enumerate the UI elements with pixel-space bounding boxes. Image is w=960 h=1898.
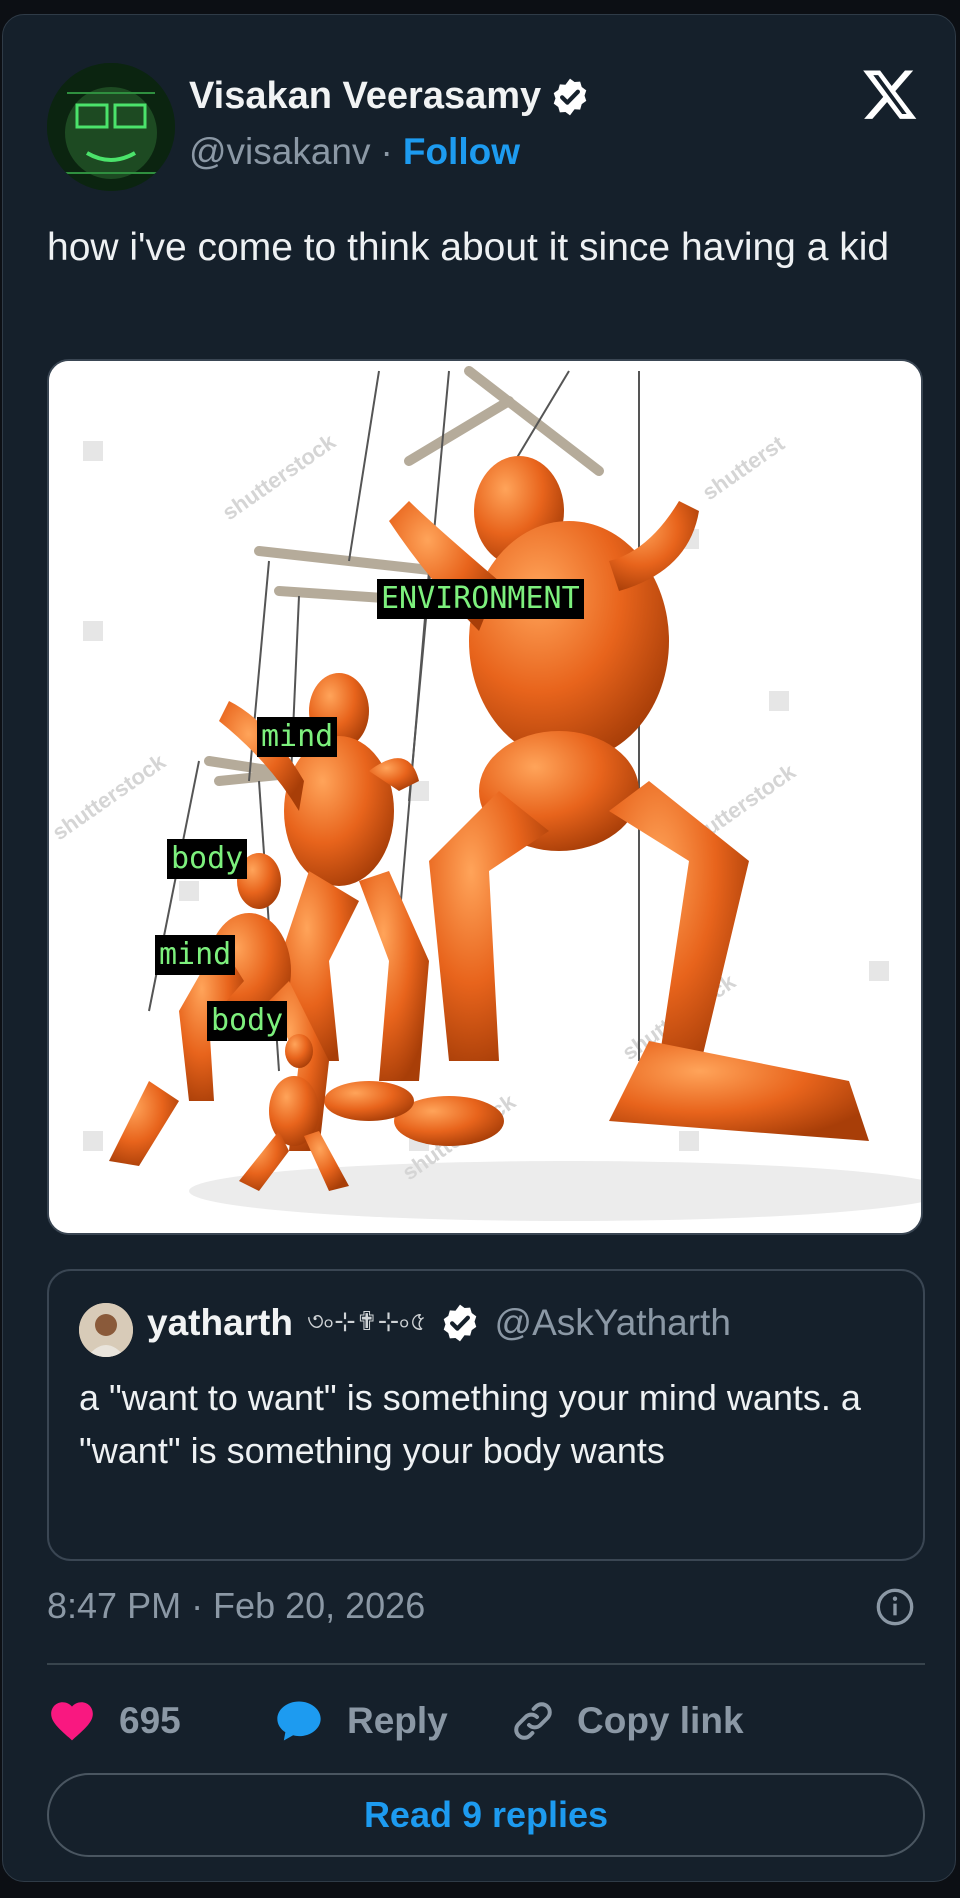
separator-dot: · — [380, 131, 393, 172]
copy-link-button[interactable]: Copy link — [509, 1691, 744, 1751]
link-icon — [514, 1702, 552, 1740]
divider — [47, 1663, 925, 1665]
reply-label: Reply — [347, 1700, 448, 1741]
label-mind-large: mind — [257, 717, 338, 757]
quoted-author-handle: @AskYatharth — [494, 1302, 731, 1343]
verified-icon — [443, 1304, 476, 1342]
follow-button[interactable]: Follow — [403, 131, 520, 173]
author-handle[interactable]: @visakanv — [189, 131, 371, 173]
tweet-timestamp[interactable]: 8:47 PM · Feb 20, 2026 — [47, 1585, 425, 1627]
author-name[interactable]: Visakan Veerasamy — [189, 75, 541, 118]
quoted-author-name[interactable]: yatharth — [147, 1302, 293, 1344]
tweet-card: Visakan Veerasamy @visakanv · Follow how… — [2, 14, 956, 1882]
action-bar: 695 Reply Copy link — [47, 1691, 925, 1751]
quoted-text: a "want to want" is something your mind … — [79, 1377, 861, 1471]
quoted-avatar[interactable] — [79, 1303, 133, 1357]
label-body-small: body — [207, 1001, 288, 1041]
info-icon[interactable] — [875, 1587, 915, 1627]
like-count: 695 — [119, 1700, 181, 1741]
read-replies-label: Read 9 replies — [363, 1794, 609, 1835]
tweet-text: how i've come to think about it since ha… — [47, 226, 890, 269]
reply-button[interactable]: Reply — [273, 1691, 448, 1751]
author-avatar[interactable] — [47, 63, 175, 191]
x-logo-icon[interactable] — [861, 65, 919, 123]
quoted-name-row: yatharth ৩৹⊹✟⊹৹৫ @AskYatharth — [147, 1301, 731, 1345]
label-body-large: body — [167, 839, 248, 879]
heart-icon — [51, 1702, 93, 1741]
like-button[interactable]: 695 — [47, 1691, 181, 1751]
verified-icon — [553, 78, 587, 115]
read-replies-button[interactable]: Read 9 replies — [47, 1773, 925, 1857]
quoted-tweet[interactable]: yatharth ৩৹⊹✟⊹৹৫ @AskYatharth a "want to… — [47, 1269, 925, 1561]
label-environment: ENVIRONMENT — [377, 579, 584, 619]
copy-link-label: Copy link — [577, 1700, 744, 1741]
quoted-name-decoration: ৩৹⊹✟⊹৹৫ — [306, 1306, 427, 1336]
author-handle-row: @visakanv · Follow — [189, 131, 520, 173]
author-name-row: Visakan Veerasamy — [189, 75, 591, 118]
tweet-image[interactable]: shutterstock shutterst shutterstock shut… — [47, 359, 923, 1235]
label-mind-small: mind — [155, 935, 236, 975]
reply-bubble-icon — [277, 1701, 321, 1741]
